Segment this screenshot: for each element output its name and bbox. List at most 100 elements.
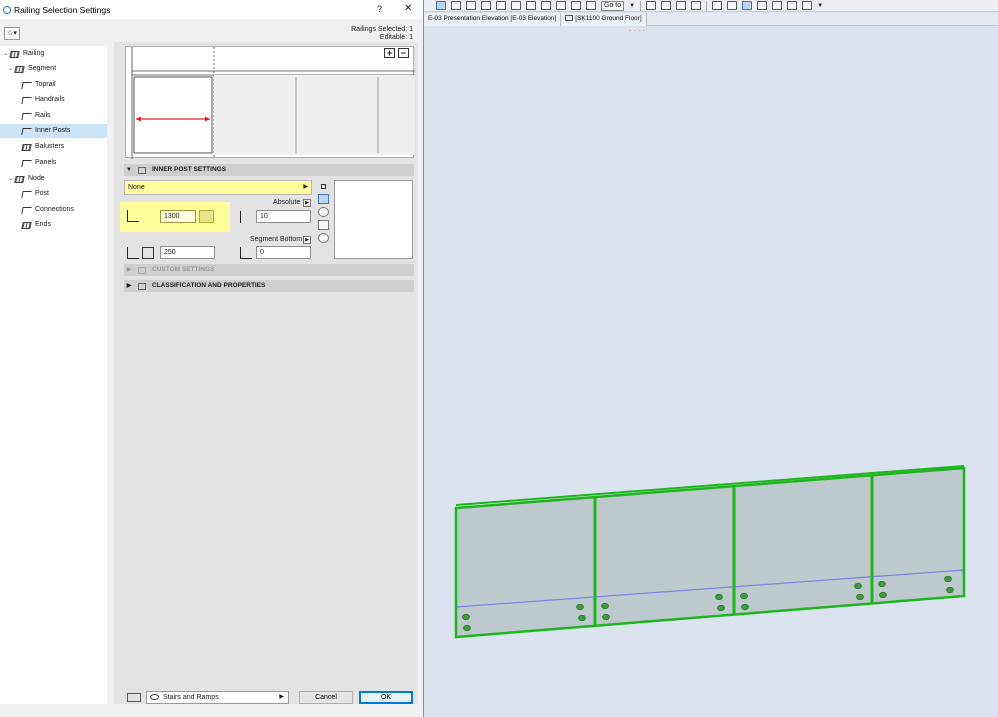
offset-reference-dropdown[interactable]: ▶: [303, 199, 311, 207]
railing-icon: [9, 50, 20, 58]
tree-item-node[interactable]: ⌄ Node: [8, 172, 107, 186]
favorites-button[interactable]: ☆▾: [4, 27, 20, 40]
tree-item-panels[interactable]: Panels: [21, 156, 107, 170]
chevron-right-icon: ▶: [126, 267, 132, 273]
connection-icon: [21, 206, 32, 214]
handrail-icon: [21, 96, 32, 104]
favorites-icon: ☆▾: [7, 30, 17, 37]
glass-panel-2[interactable]: [595, 486, 734, 625]
tree-item-post[interactable]: Post: [21, 187, 107, 201]
railing-3d-drawing: [454, 465, 966, 639]
custom-settings-header: ▶ CUSTOM SETTINGS: [124, 264, 414, 276]
section-title: INNER POST SETTINGS: [152, 166, 227, 173]
offset-reference-label: Absolute: [273, 199, 301, 206]
chevron-down-icon[interactable]: ▼: [124, 164, 134, 176]
tree-item-label: Railing: [23, 50, 45, 57]
tree-item-ends[interactable]: Ends: [21, 218, 107, 232]
tree-item-label: Node: [28, 175, 45, 182]
tree-item-label: Rails: [35, 112, 51, 119]
tree-item-label: Post: [35, 190, 50, 197]
post-spacing-input[interactable]: 250: [160, 246, 215, 259]
dialog-titlebar[interactable]: Railing Selection Settings ? ✕: [0, 0, 423, 19]
layer-icon: [127, 693, 141, 702]
list-view-icon[interactable]: [318, 220, 329, 230]
tree-item-label: Toprail: [35, 81, 56, 88]
tree-item-toprail[interactable]: Toprail: [21, 78, 107, 92]
app-icon: [3, 5, 11, 14]
square-icon[interactable]: [318, 182, 329, 192]
tree-item-label: Handrails: [35, 96, 65, 103]
cancel-button[interactable]: Cancel: [299, 691, 353, 704]
close-icon[interactable]: ✕: [404, 3, 412, 14]
symbol-preview: [334, 180, 413, 259]
model-viewport[interactable]: Go to ▼ ▼ E-03 Presentation Elevation [E…: [424, 0, 998, 717]
classification-icon: [138, 282, 146, 290]
settings-tree: ⌄ Railing ⌄ Segment Toprail Handrails Ra…: [0, 46, 107, 704]
section-title: CUSTOM SETTINGS: [152, 266, 215, 273]
offset-input[interactable]: 10: [256, 210, 311, 223]
toprail-icon: [21, 81, 32, 89]
rail-icon: [21, 112, 32, 120]
post-icon: [21, 190, 32, 198]
tree-item-label: Segment: [28, 65, 57, 72]
bottom-offset-icon: [240, 247, 252, 259]
railing-settings-dialog: Railing Selection Settings ? ✕ ☆▾ Railin…: [0, 0, 424, 717]
editable-count: Editable: 1: [379, 34, 413, 41]
post-height-input[interactable]: 1300: [160, 210, 196, 223]
info-icon[interactable]: [318, 233, 329, 243]
baluster-icon: [21, 143, 32, 151]
inner-post-icon: [21, 127, 32, 135]
inner-post-preview[interactable]: + −: [125, 46, 415, 159]
link-icon[interactable]: [199, 210, 214, 223]
dialog-title: Railing Selection Settings: [14, 4, 111, 15]
tree-item-connections[interactable]: Connections: [21, 203, 107, 217]
eye-icon: [150, 694, 159, 700]
add-post-button[interactable]: +: [384, 48, 395, 58]
chevron-right-icon: ▶: [303, 184, 308, 190]
vertical-offset-icon: [240, 211, 252, 223]
tree-item-handrails[interactable]: Handrails: [21, 93, 107, 107]
bottom-reference-dropdown[interactable]: ▶: [303, 236, 311, 244]
post-height-icon: [127, 210, 139, 222]
inner-post-settings-header[interactable]: ▼ INNER POST SETTINGS: [124, 164, 414, 176]
tree-item-label: Balusters: [35, 143, 65, 150]
chevron-right-icon[interactable]: ▶: [124, 280, 134, 292]
custom-settings-icon: [138, 266, 146, 274]
plan-view-icon[interactable]: [318, 194, 329, 204]
layer-select[interactable]: Stairs and Ramps ▶: [146, 691, 289, 704]
tree-item-balusters[interactable]: Balusters: [21, 140, 107, 154]
section-title: CLASSIFICATION AND PROPERTIES: [152, 282, 266, 289]
glass-panel-4[interactable]: [872, 468, 964, 603]
tree-item-label: Connections: [35, 206, 74, 213]
inner-post-icon: [138, 166, 146, 174]
3d-view-icon[interactable]: [318, 207, 329, 217]
glass-panel-1[interactable]: [456, 497, 595, 637]
classification-header[interactable]: ▶ CLASSIFICATION AND PROPERTIES: [124, 280, 414, 292]
tree-item-label: Panels: [35, 159, 57, 166]
layer-value: Stairs and Ramps: [163, 694, 219, 701]
panel-icon: [21, 159, 32, 167]
tree-item-segment[interactable]: ⌄ Segment: [8, 62, 107, 76]
selection-info: Railings Selected: 1 Editable: 1: [351, 26, 413, 42]
ok-button[interactable]: OK: [359, 691, 413, 704]
tree-item-rails[interactable]: Rails: [21, 109, 107, 123]
help-button[interactable]: ?: [377, 4, 382, 14]
tree-item-label: Inner Posts: [35, 127, 71, 134]
profile-value: None: [128, 184, 145, 191]
segment-icon: [14, 65, 25, 73]
railings-selected-count: Railings Selected: 1: [351, 26, 413, 33]
bottom-offset-input[interactable]: 0: [256, 246, 311, 259]
profile-select[interactable]: None ▶: [124, 180, 312, 195]
bottom-reference-label: Segment Bottom: [250, 236, 303, 243]
glass-panel-3[interactable]: [734, 475, 872, 614]
tree-item-railing[interactable]: ⌄ Railing: [3, 47, 107, 61]
tree-item-inner-posts[interactable]: Inner Posts: [0, 124, 107, 138]
tree-item-label: Ends: [35, 221, 51, 228]
chevron-right-icon: ▶: [279, 694, 284, 700]
remove-post-button[interactable]: −: [398, 48, 409, 58]
node-icon: [14, 175, 25, 183]
preview-drawing: [131, 47, 415, 159]
end-icon: [21, 221, 32, 229]
post-spacing-icon: [127, 247, 139, 259]
spacing-mode-icon[interactable]: [142, 247, 154, 259]
